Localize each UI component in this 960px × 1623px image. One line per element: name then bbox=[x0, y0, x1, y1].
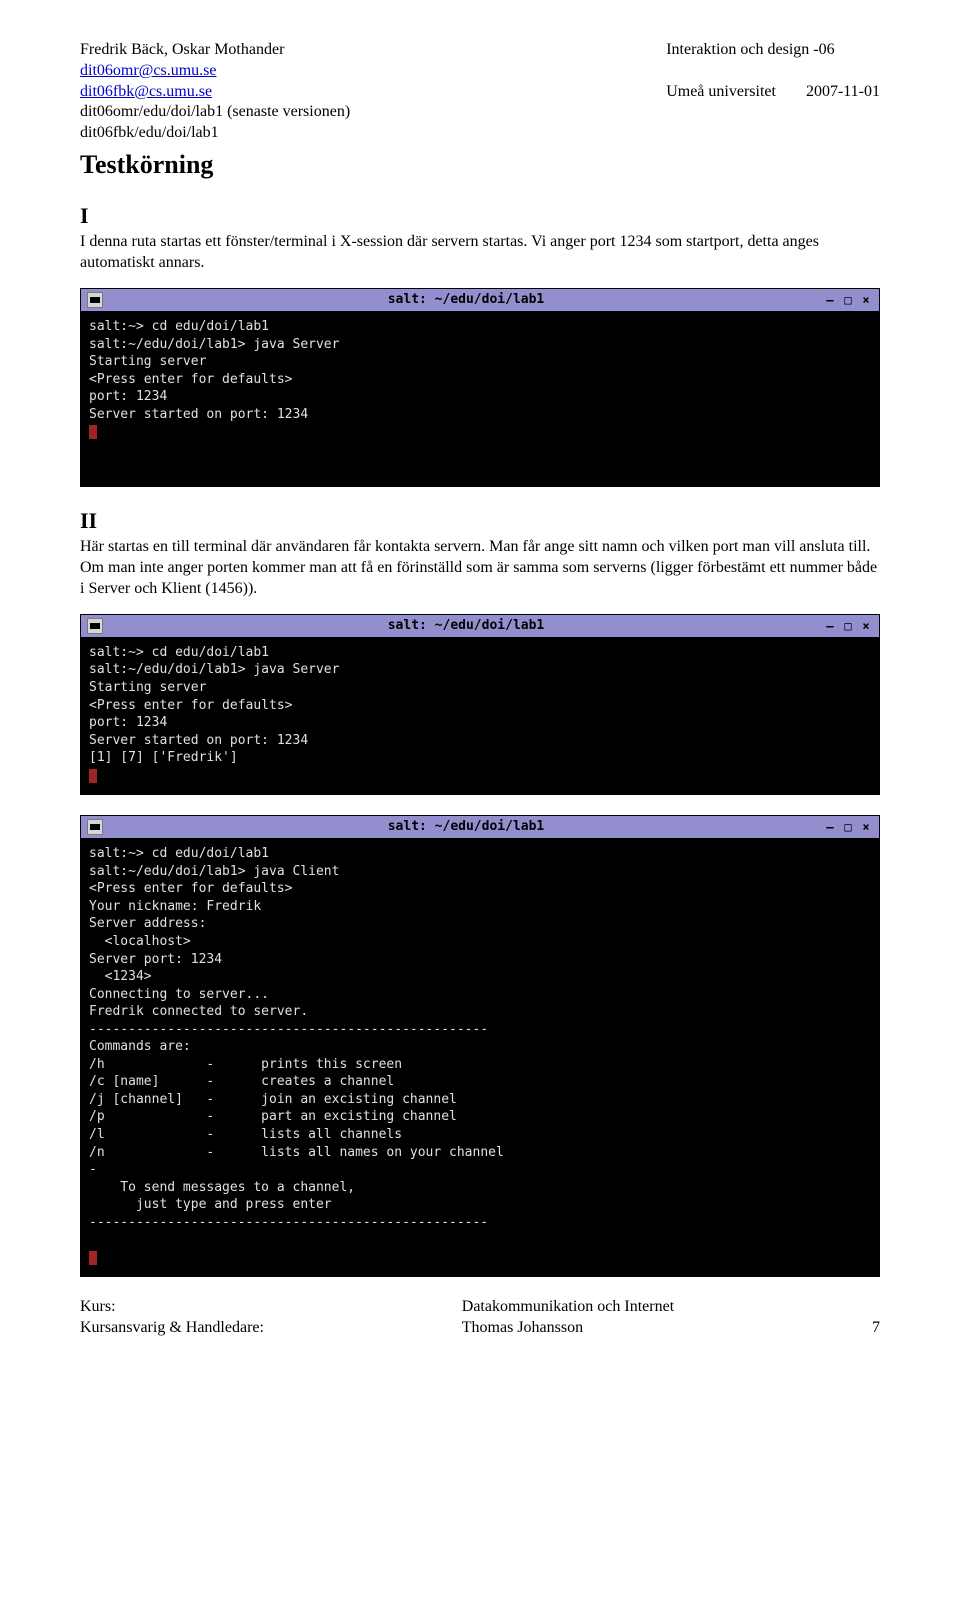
footer-supervisor: Thomas Johansson bbox=[462, 1318, 674, 1339]
close-icon[interactable]: × bbox=[859, 619, 873, 633]
section-2-text: Här startas en till terminal där använda… bbox=[80, 537, 880, 599]
terminal-window-1: salt: ~/edu/doi/lab1 – □ × salt:~> cd ed… bbox=[80, 288, 880, 487]
blank-row bbox=[666, 61, 880, 82]
university: Umeå universitet bbox=[666, 82, 776, 103]
terminal-output-2: salt:~> cd edu/doi/lab1 salt:~/edu/doi/l… bbox=[89, 645, 339, 765]
path-2: dit06fbk/edu/doi/lab1 bbox=[80, 124, 219, 141]
header-left: Fredrik Bäck, Oskar Mothander dit06omr@c… bbox=[80, 40, 350, 144]
terminal-output-3: salt:~> cd edu/doi/lab1 salt:~/edu/doi/l… bbox=[89, 846, 504, 1229]
terminal-title: salt: ~/edu/doi/lab1 bbox=[109, 291, 823, 309]
footer-label-handledare: Kursansvarig & Handledare: bbox=[80, 1318, 264, 1339]
terminal-body-3[interactable]: salt:~> cd edu/doi/lab1 salt:~/edu/doi/l… bbox=[81, 839, 879, 1276]
page-title: Testkörning bbox=[80, 148, 880, 182]
footer-course-title: Datakommunikation och Internet bbox=[462, 1297, 674, 1318]
email-link-2[interactable]: dit06fbk@cs.umu.se bbox=[80, 82, 350, 103]
paths: dit06omr/edu/doi/lab1 (senaste versionen… bbox=[80, 102, 350, 144]
section-1-text: I denna ruta startas ett fönster/termina… bbox=[80, 232, 880, 274]
page-header: Fredrik Bäck, Oskar Mothander dit06omr@c… bbox=[80, 40, 880, 144]
terminal-titlebar: salt: ~/edu/doi/lab1 – □ × bbox=[81, 615, 879, 638]
window-buttons: – □ × bbox=[823, 820, 873, 834]
section-2-heading: II bbox=[80, 507, 880, 536]
close-icon[interactable]: × bbox=[859, 293, 873, 307]
minimize-icon[interactable]: – bbox=[823, 619, 837, 633]
terminal-body-2[interactable]: salt:~> cd edu/doi/lab1 salt:~/edu/doi/l… bbox=[81, 638, 879, 794]
maximize-icon[interactable]: □ bbox=[841, 619, 855, 633]
terminal-output-1: salt:~> cd edu/doi/lab1 salt:~/edu/doi/l… bbox=[89, 319, 339, 422]
terminal-title: salt: ~/edu/doi/lab1 bbox=[109, 617, 823, 635]
terminal-system-icon[interactable] bbox=[87, 618, 103, 634]
header-right: Interaktion och design -06 Umeå universi… bbox=[666, 40, 880, 144]
close-icon[interactable]: × bbox=[859, 820, 873, 834]
uni-date-row: Umeå universitet 2007-11-01 bbox=[666, 82, 880, 103]
footer-label-kurs: Kurs: bbox=[80, 1297, 264, 1318]
footer-left: Kurs: Kursansvarig & Handledare: bbox=[80, 1297, 264, 1339]
terminal-body-1[interactable]: salt:~> cd edu/doi/lab1 salt:~/edu/doi/l… bbox=[81, 312, 879, 486]
section-1-heading: I bbox=[80, 202, 880, 231]
window-buttons: – □ × bbox=[823, 293, 873, 307]
terminal-window-2: salt: ~/edu/doi/lab1 – □ × salt:~> cd ed… bbox=[80, 614, 880, 795]
minimize-icon[interactable]: – bbox=[823, 293, 837, 307]
authors: Fredrik Bäck, Oskar Mothander bbox=[80, 40, 350, 61]
terminal-titlebar: salt: ~/edu/doi/lab1 – □ × bbox=[81, 816, 879, 839]
terminal-window-3: salt: ~/edu/doi/lab1 – □ × salt:~> cd ed… bbox=[80, 815, 880, 1277]
window-buttons: – □ × bbox=[823, 619, 873, 633]
minimize-icon[interactable]: – bbox=[823, 820, 837, 834]
maximize-icon[interactable]: □ bbox=[841, 293, 855, 307]
terminal-cursor-icon bbox=[89, 425, 97, 439]
terminal-titlebar: salt: ~/edu/doi/lab1 – □ × bbox=[81, 289, 879, 312]
document-page: Fredrik Bäck, Oskar Mothander dit06omr@c… bbox=[0, 0, 960, 1379]
page-footer: Kurs: Kursansvarig & Handledare: Datakom… bbox=[80, 1297, 880, 1339]
terminal-cursor-icon bbox=[89, 769, 97, 783]
terminal-system-icon[interactable] bbox=[87, 819, 103, 835]
terminal-system-icon[interactable] bbox=[87, 292, 103, 308]
path-1: dit06omr/edu/doi/lab1 (senaste versionen… bbox=[80, 103, 350, 120]
date: 2007-11-01 bbox=[806, 82, 880, 103]
page-number: 7 bbox=[872, 1318, 880, 1339]
footer-center: Datakommunikation och Internet Thomas Jo… bbox=[462, 1297, 674, 1339]
terminal-cursor-icon bbox=[89, 1251, 97, 1265]
course-name: Interaktion och design -06 bbox=[666, 40, 880, 61]
terminal-title: salt: ~/edu/doi/lab1 bbox=[109, 818, 823, 836]
maximize-icon[interactable]: □ bbox=[841, 820, 855, 834]
email-link-1[interactable]: dit06omr@cs.umu.se bbox=[80, 61, 350, 82]
